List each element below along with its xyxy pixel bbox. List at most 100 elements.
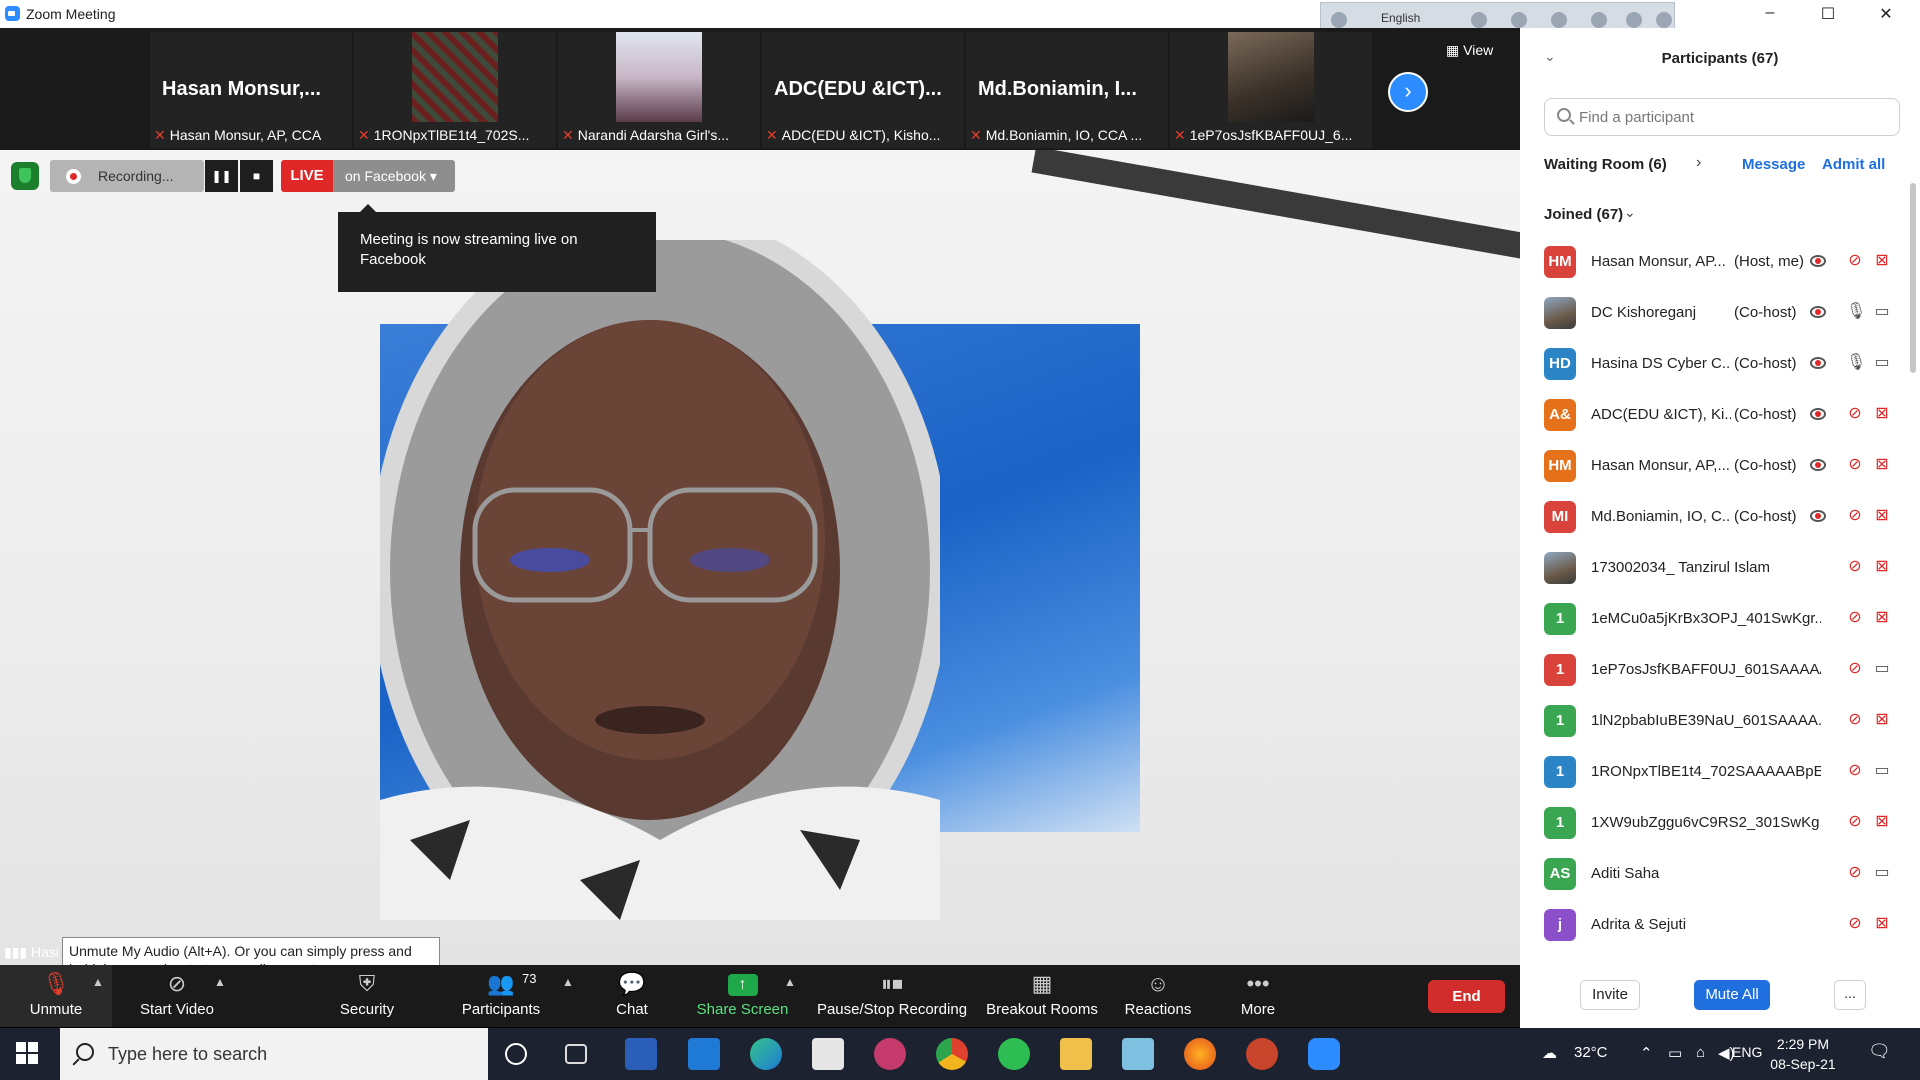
muted-mic-icon[interactable]: ⊘ <box>1846 403 1864 425</box>
participants-options-caret[interactable]: ▲ <box>562 975 574 989</box>
info-icon[interactable] <box>1656 12 1672 28</box>
participants-button[interactable]: 👥 73 Participants <box>446 965 556 1027</box>
audio-options-caret[interactable]: ▲ <box>92 975 104 989</box>
participant-row[interactable]: 1 1lN2pbabIuBE39NaU_601SAAAA... ⊘ ⊠ <box>1520 695 1910 746</box>
chevron-down-icon[interactable]: ⌄ <box>1624 204 1636 221</box>
weather-icon[interactable]: ☁ <box>1542 1044 1557 1062</box>
participant-row[interactable]: 1 1XW9ubZggu6vC9RS2_301SwKg... ⊘ ⊠ <box>1520 797 1910 848</box>
video-icon[interactable]: ▭ <box>1870 658 1894 680</box>
more-button[interactable]: ••• More <box>1216 965 1300 1027</box>
participant-row[interactable]: MI Md.Boniamin, IO, C... (Co-host) ⊘ ⊠ <box>1520 491 1910 542</box>
share-options-caret[interactable]: ▲ <box>784 975 796 989</box>
video-off-icon[interactable]: ⊠ <box>1870 556 1894 578</box>
start-button[interactable] <box>10 1040 50 1070</box>
edit-icon[interactable] <box>1591 12 1607 28</box>
live-badge[interactable]: LIVE <box>281 160 333 192</box>
video-thumbnail[interactable]: ✕ Narandi Adarsha Girl's... <box>558 32 760 148</box>
keyboard-icon[interactable] <box>1471 12 1487 28</box>
breakout-rooms-button[interactable]: ▦ Breakout Rooms <box>982 965 1102 1027</box>
stop-recording-button[interactable]: ■ <box>240 160 273 192</box>
whatsapp-icon[interactable] <box>998 1038 1030 1070</box>
waiting-room-header[interactable]: Waiting Room (6) <box>1544 156 1667 173</box>
muted-mic-icon[interactable]: ⊘ <box>1846 811 1864 833</box>
input-language-label[interactable]: ENG <box>1732 1044 1762 1060</box>
view-button[interactable]: ▦ View <box>1446 42 1493 59</box>
video-off-icon[interactable]: ⊠ <box>1870 709 1894 731</box>
video-icon[interactable]: ▭ <box>1870 862 1894 884</box>
firefox-icon[interactable] <box>1184 1038 1216 1070</box>
muted-mic-icon[interactable]: ⊘ <box>1846 556 1864 578</box>
participant-row[interactable]: HM Hasan Monsur, AP,... (Co-host) ⊘ ⊠ <box>1520 440 1910 491</box>
participant-row[interactable]: DC Kishoreganj (Co-host) 🎙 ▭ <box>1520 287 1910 338</box>
video-options-caret[interactable]: ▲ <box>214 975 226 989</box>
notepad-icon[interactable] <box>1122 1038 1154 1070</box>
participant-row[interactable]: 1 1RONpxTlBE1t4_702SAAAAABpE... ⊘ ▭ <box>1520 746 1910 797</box>
mail-icon[interactable] <box>688 1038 720 1070</box>
close-button[interactable]: ✕ <box>1866 4 1906 24</box>
next-page-button[interactable]: › <box>1388 72 1428 112</box>
store-icon[interactable] <box>812 1038 844 1070</box>
settings-icon[interactable] <box>1551 12 1567 28</box>
temperature-label[interactable]: 32°C <box>1574 1044 1608 1061</box>
participant-row[interactable]: A& ADC(EDU &ICT), Ki... (Co-host) ⊘ ⊠ <box>1520 389 1910 440</box>
participant-row[interactable]: j Adrita & Sejuti ⊘ ⊠ <box>1520 899 1910 950</box>
message-waiting-room-link[interactable]: Message <box>1742 156 1805 173</box>
muted-mic-icon[interactable]: ⊘ <box>1846 250 1864 272</box>
video-thumbnail[interactable]: ✕ 1eP7osJsfKBAFF0UJ_6... <box>1170 32 1372 148</box>
video-icon[interactable]: ▭ <box>1870 352 1894 374</box>
taskbar-search-input[interactable] <box>108 1042 468 1066</box>
muted-mic-icon[interactable]: ⊘ <box>1846 709 1864 731</box>
notifications-icon[interactable]: 🗨 <box>1868 1041 1891 1062</box>
task-view-icon[interactable] <box>565 1044 587 1064</box>
mic-icon[interactable]: 🎙 <box>1846 301 1866 323</box>
participant-row[interactable]: HD Hasina DS Cyber C... (Co-host) 🎙 ▭ <box>1520 338 1910 389</box>
help-icon[interactable] <box>1626 12 1642 28</box>
word-icon[interactable] <box>625 1038 657 1070</box>
security-button[interactable]: ⛨ Security <box>312 965 422 1027</box>
maximize-button[interactable]: ☐ <box>1808 4 1848 24</box>
input-method-icon[interactable] <box>1331 12 1347 28</box>
powerpoint-icon[interactable] <box>1246 1038 1278 1070</box>
video-icon[interactable]: ▭ <box>1870 760 1894 782</box>
participant-row[interactable]: HM Hasan Monsur, AP... (Host, me) ⊘ ⊠ <box>1520 236 1910 287</box>
invite-button[interactable]: Invite <box>1580 980 1640 1010</box>
chat-button[interactable]: 💬 Chat <box>592 965 672 1027</box>
show-hidden-icons-icon[interactable]: ⌃ <box>1640 1044 1653 1062</box>
system-clock[interactable]: 2:29 PM 08-Sep-21 <box>1768 1034 1838 1074</box>
muted-mic-icon[interactable]: ⊘ <box>1846 760 1864 782</box>
file-explorer-icon[interactable] <box>1060 1038 1092 1070</box>
stream-target-dropdown[interactable]: on Facebook ▾ <box>333 160 455 192</box>
video-thumbnail[interactable]: ✕ 1RONpxTlBE1t4_702S... <box>354 32 556 148</box>
participant-row[interactable]: 1 1eMCu0a5jKrBx3OPJ_401SwKgr... ⊘ ⊠ <box>1520 593 1910 644</box>
participant-list-scrollbar[interactable] <box>1910 183 1916 373</box>
muted-mic-icon[interactable]: ⊘ <box>1846 607 1864 629</box>
muted-mic-icon[interactable]: ⊘ <box>1846 913 1864 935</box>
muted-mic-icon[interactable]: ⊘ <box>1846 505 1864 527</box>
tool-icon[interactable] <box>1511 12 1527 28</box>
video-off-icon[interactable]: ⊠ <box>1870 913 1894 935</box>
minimize-button[interactable]: – <box>1750 4 1790 22</box>
security-shield-icon[interactable] <box>11 162 39 190</box>
video-off-icon[interactable]: ⊠ <box>1870 505 1894 527</box>
share-screen-button[interactable]: ↑ Share Screen <box>690 965 795 1027</box>
chevron-right-icon[interactable]: › <box>1696 154 1701 172</box>
more-options-button[interactable]: ... <box>1834 980 1866 1010</box>
video-icon[interactable]: ▭ <box>1870 301 1894 323</box>
cortana-icon[interactable] <box>505 1043 527 1065</box>
video-off-icon[interactable]: ⊠ <box>1870 403 1894 425</box>
video-off-icon[interactable]: ⊠ <box>1870 454 1894 476</box>
video-off-icon[interactable]: ⊠ <box>1870 607 1894 629</box>
battery-icon[interactable]: ▭ <box>1668 1044 1682 1062</box>
snipping-tool-icon[interactable] <box>874 1038 906 1070</box>
video-thumbnail[interactable]: Md.Boniamin, I... ✕ Md.Boniamin, IO, CCA … <box>966 32 1168 148</box>
muted-mic-icon[interactable]: ⊘ <box>1846 658 1864 680</box>
participant-row[interactable]: AS Aditi Saha ⊘ ▭ <box>1520 848 1910 899</box>
participant-row[interactable]: 173002034_ Tanzirul Islam ⊘ ⊠ <box>1520 542 1910 593</box>
taskbar-search[interactable] <box>60 1028 488 1080</box>
end-meeting-button[interactable]: End <box>1428 980 1505 1013</box>
muted-mic-icon[interactable]: ⊘ <box>1846 862 1864 884</box>
video-off-icon[interactable]: ⊠ <box>1870 811 1894 833</box>
chrome-icon[interactable] <box>936 1038 968 1070</box>
muted-mic-icon[interactable]: ⊘ <box>1846 454 1864 476</box>
zoom-taskbar-icon[interactable] <box>1308 1038 1340 1070</box>
